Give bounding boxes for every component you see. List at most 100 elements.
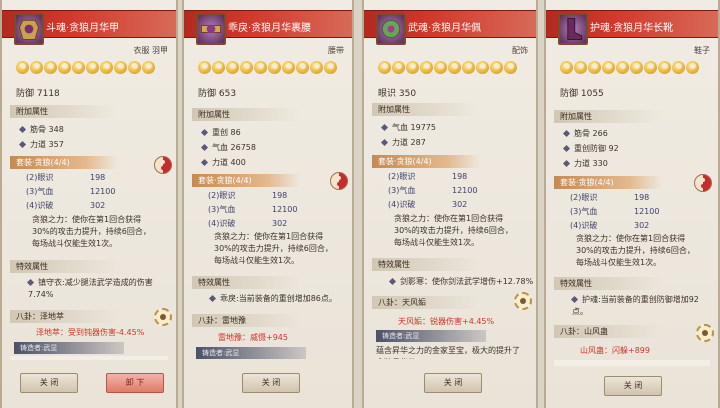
set-row: (2)眼识 198	[208, 190, 287, 201]
set-description: 贪狼之力：使你在第1回合获得30%的攻击力提升，持续6回合，每场战斗仅能生效1次…	[32, 215, 151, 248]
star-icon	[72, 61, 85, 74]
tooltip-header: 武魂·贪狼月华佩	[364, 10, 536, 45]
star-rating	[560, 61, 699, 74]
attr-text: 力道 330	[574, 159, 608, 168]
attr-row: 气血 26758	[200, 142, 256, 153]
star-icon	[142, 61, 155, 74]
set-val: 302	[90, 201, 106, 210]
bullet-icon	[18, 140, 27, 149]
bagua-value: 雷地豫：威慑+945	[218, 333, 288, 342]
star-icon	[378, 61, 391, 74]
section-effect: 特效属性	[554, 277, 662, 290]
star-icon	[324, 61, 337, 74]
set-val: 198	[90, 173, 106, 182]
star-rating	[16, 61, 155, 74]
slot-label: 衣服 羽甲	[133, 46, 168, 55]
star-icon	[420, 61, 433, 74]
set-key: (2)眼识	[208, 191, 236, 200]
star-icon	[560, 61, 573, 74]
star-icon	[462, 61, 475, 74]
item-title: 护魂·贪狼月华长靴	[590, 23, 674, 34]
set-row: (4)识破 302	[570, 220, 649, 231]
star-icon	[86, 61, 99, 74]
star-icon	[434, 61, 447, 74]
divider	[554, 360, 710, 366]
bullet-icon	[200, 143, 209, 152]
boots-icon	[558, 13, 588, 45]
bullet-icon	[562, 129, 571, 138]
bullet-icon	[200, 128, 209, 137]
close-button[interactable]: 关 闭	[424, 373, 482, 393]
item-title: 武魂·贪狼月华佩	[408, 23, 482, 34]
star-icon	[128, 61, 141, 74]
set-row: (4)识破 302	[208, 218, 287, 229]
star-rating	[378, 61, 517, 74]
section-bagua: 八卦：天风姤	[372, 296, 480, 309]
attr-text: 筋骨 266	[574, 129, 608, 138]
star-icon	[406, 61, 419, 74]
star-icon	[58, 61, 71, 74]
section-set: 套装·贪狼(4/4)	[192, 174, 300, 187]
section-set: 套装·贪狼(4/4)	[372, 155, 480, 168]
attr-row: 筋骨 266	[562, 128, 608, 139]
unequip-button[interactable]: 卸 下	[106, 373, 164, 393]
star-icon	[100, 61, 113, 74]
bullet-icon	[200, 158, 209, 167]
attr-row: 重创 86	[200, 127, 241, 138]
attr-row: 力道 357	[18, 139, 64, 150]
set-val: 198	[272, 191, 288, 200]
bullet-icon	[380, 138, 389, 147]
set-key: (4)识破	[26, 201, 54, 210]
item-tooltip-boots: 护魂·贪狼月华长靴 鞋子 防御 1055 附加属性 筋骨 266 重创防御 92…	[544, 0, 720, 408]
star-icon	[212, 61, 225, 74]
section-bagua: 八卦：泽地萃	[10, 310, 118, 323]
star-icon	[268, 61, 281, 74]
set-key: (3)气血	[26, 187, 54, 196]
set-row: (4)识破 302	[388, 199, 467, 210]
attr-text: 气血 26758	[212, 143, 256, 152]
star-icon	[392, 61, 405, 74]
attr-text: 力道 400	[212, 158, 246, 167]
item-tooltip-pendant: 武魂·贪狼月华佩 配饰 眼识 350 附加属性 气血 19775 力道 287 …	[362, 0, 538, 408]
effect-text: 镇守衣:减少腿法武学造成的伤害7.74%	[26, 277, 168, 301]
close-button[interactable]: 关 闭	[20, 373, 78, 393]
set-description: 贪狼之力：使你在第1回合获得30%的攻击力提升，持续6回合，每场战斗仅能生效1次…	[576, 234, 695, 267]
star-icon	[254, 61, 267, 74]
star-icon	[30, 61, 43, 74]
bullet-icon	[18, 125, 27, 134]
tooltip-header: 乖戾·贪狼月华裹腰	[184, 10, 352, 45]
item-title: 斗魂·贪狼月华甲	[46, 23, 120, 34]
section-attrs: 附加属性	[372, 103, 480, 116]
main-stat: 防御 1055	[560, 89, 604, 99]
star-icon	[44, 61, 57, 74]
bullet-icon	[570, 295, 579, 304]
star-icon	[644, 61, 657, 74]
star-icon	[310, 61, 323, 74]
star-icon	[240, 61, 253, 74]
close-button[interactable]: 关 闭	[242, 373, 300, 393]
set-val: 12100	[272, 205, 298, 214]
star-rating	[198, 61, 337, 74]
section-attrs: 附加属性	[192, 108, 300, 121]
set-val: 12100	[90, 187, 116, 196]
effect-value: 护魂:当前装备的重创防御增加92点。	[572, 295, 699, 316]
effect-text: 乖戾:当前装备的重创增加86点。	[208, 293, 352, 305]
set-row: (2)眼识 198	[570, 192, 649, 203]
attr-text: 筋骨 348	[30, 125, 64, 134]
bagua-value: 天风姤：锐器伤害+4.45%	[398, 317, 495, 326]
yinyang-icon	[154, 156, 172, 174]
star-icon	[448, 61, 461, 74]
effect-value: 乖戾:当前装备的重创增加86点。	[220, 294, 337, 303]
set-key: (4)识破	[208, 219, 236, 228]
item-title: 乖戾·贪狼月华裹腰	[228, 23, 312, 34]
star-icon	[630, 61, 643, 74]
set-key: (4)识破	[570, 221, 598, 230]
bullet-icon	[208, 294, 217, 303]
yinyang-icon	[694, 174, 712, 192]
set-key: (3)气血	[388, 186, 416, 195]
maker-note: 蕴含昇华之力的金家至宝，极大的提升了贪狼月华的	[376, 346, 520, 359]
close-button[interactable]: 关 闭	[604, 376, 662, 396]
main-stat: 防御 653	[198, 89, 237, 99]
set-val: 12100	[634, 207, 660, 216]
slot-label: 配饰	[512, 46, 528, 55]
